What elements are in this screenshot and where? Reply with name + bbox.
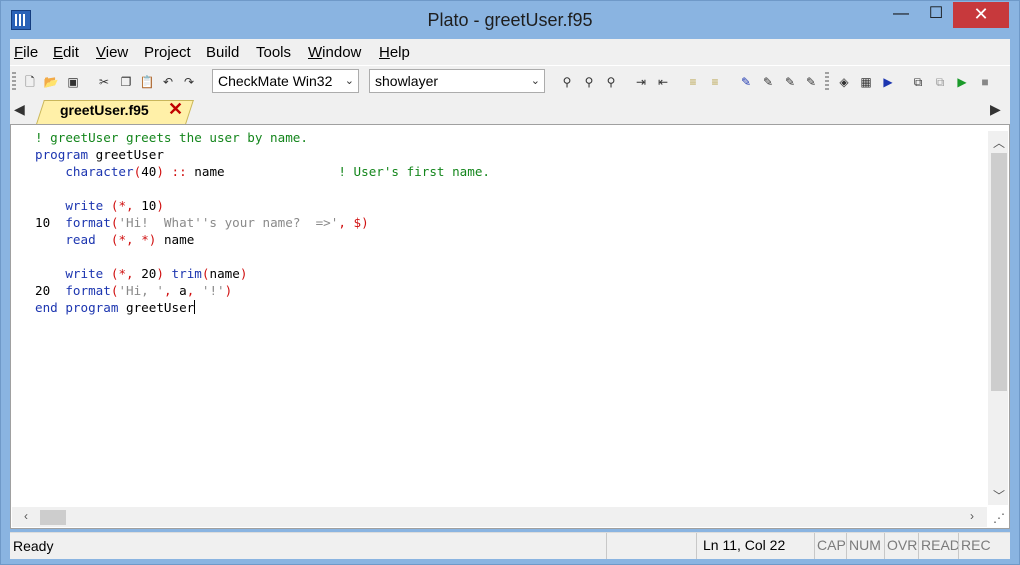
menu-tools[interactable]: Tools	[256, 44, 291, 61]
uncomment-icon[interactable]: ≡	[707, 74, 723, 90]
comment-icon[interactable]: ≡	[685, 74, 701, 90]
code-line-3: character(40) :: name ! User's first nam…	[65, 164, 491, 179]
status-bar: Ready Ln 11, Col 22 CAP NUM OVR READ REC	[10, 532, 1010, 559]
horizontal-scroll-thumb[interactable]	[40, 510, 66, 525]
indent-icon[interactable]: ⇥	[633, 74, 649, 90]
new-file-icon[interactable]: 🗋	[22, 74, 38, 90]
cut-icon[interactable]: ✂	[96, 74, 112, 90]
undo-icon[interactable]: ↶	[160, 74, 176, 90]
vertical-scroll-thumb[interactable]	[991, 153, 1007, 391]
find-next-icon[interactable]: ⚲	[581, 74, 597, 90]
status-blank-pane	[606, 533, 697, 559]
toolbar-grip[interactable]	[825, 72, 829, 92]
scroll-left-icon[interactable]: ‹	[24, 509, 28, 523]
chevron-down-icon: ⌄	[530, 75, 540, 87]
find-text-value: showlayer	[375, 73, 439, 89]
code-line-10: 20 format('Hi, ', a, '!')	[35, 283, 233, 298]
run-icon[interactable]: ▶	[880, 74, 896, 90]
stop-icon[interactable]: ■	[977, 74, 993, 90]
chevron-down-icon: ⌄	[344, 75, 354, 87]
code-line-5: write (*, 10)	[65, 198, 164, 213]
tab-scroll-left-icon[interactable]: ◀	[14, 101, 25, 118]
overwrite-indicator: OVR	[884, 533, 921, 559]
read-only-indicator: READ	[918, 533, 960, 559]
next-bookmark-icon[interactable]: ✎	[760, 74, 776, 90]
find-text-combo[interactable]: showlayer ⌄	[369, 69, 545, 93]
start-icon[interactable]: ▶	[954, 74, 970, 90]
menu-file[interactable]: File	[14, 44, 38, 61]
main-toolbar: 🗋 📂 ▣ ✂ ❐ 📋 ↶ ↷ CheckMate Win32 ⌄ showlay…	[10, 65, 1010, 99]
debug-icon[interactable]: ⧉	[910, 74, 926, 90]
title-bar[interactable]: Plato - greetUser.f95 — ☐ ✕	[1, 1, 1019, 37]
code-line-6: 10 format('Hi! What''s your name? =>', $…	[35, 215, 369, 230]
open-folder-icon[interactable]: 📂	[43, 74, 59, 90]
prev-bookmark-icon[interactable]: ✎	[782, 74, 798, 90]
tab-greetuser-label[interactable]: greetUser.f95	[60, 102, 149, 118]
menu-project[interactable]: Project	[144, 44, 191, 61]
redo-icon[interactable]: ↷	[181, 74, 197, 90]
code-line-1: ! greetUser greets the user by name.	[35, 130, 308, 145]
status-ready-text: Ready	[13, 538, 54, 554]
save-icon[interactable]: ▣	[65, 74, 81, 90]
compiler-config-select[interactable]: CheckMate Win32 ⌄	[212, 69, 359, 93]
plato-window: Plato - greetUser.f95 — ☐ ✕ File Edit Vi…	[0, 0, 1020, 565]
record-macro-indicator: REC	[958, 533, 993, 559]
outdent-icon[interactable]: ⇤	[655, 74, 671, 90]
code-editor[interactable]: ! greetUser greets the user by name. pro…	[10, 124, 1010, 529]
build-icon[interactable]: ▦	[858, 74, 874, 90]
vertical-scrollbar[interactable]: ︿ ﹀	[988, 131, 1008, 505]
toolbar-grip[interactable]	[12, 72, 16, 92]
window-title: Plato - greetUser.f95	[427, 10, 593, 30]
menu-bar: File Edit View Project Build Tools Windo…	[10, 39, 1010, 65]
document-tab-strip: ◀ greetUser.f95 ✕ ▶	[10, 97, 1010, 124]
copy-icon[interactable]: ❐	[118, 74, 134, 90]
maximize-button[interactable]: ☐	[921, 2, 951, 28]
tab-scroll-right-icon[interactable]: ▶	[990, 101, 1001, 118]
code-line-7: read (*, *) name	[65, 232, 195, 247]
horizontal-scrollbar[interactable]: ‹ ›	[12, 507, 987, 527]
cursor-position: Ln 11, Col 22	[696, 533, 817, 559]
resize-grip-icon[interactable]: ⋰	[993, 511, 1005, 525]
text-cursor	[194, 300, 196, 314]
paste-icon[interactable]: 📋	[139, 74, 155, 90]
code-text[interactable]: ! greetUser greets the user by name. pro…	[35, 129, 490, 316]
tab-close-icon[interactable]: ✕	[168, 99, 183, 120]
close-button[interactable]: ✕	[953, 2, 1009, 28]
scroll-down-icon[interactable]: ﹀	[993, 487, 1005, 504]
find-icon[interactable]: ⚲	[559, 74, 575, 90]
menu-edit[interactable]: Edit	[53, 44, 79, 61]
scroll-right-icon[interactable]: ›	[970, 509, 974, 523]
compile-icon[interactable]: ◈	[836, 74, 852, 90]
step-icon[interactable]: ⧉	[932, 74, 948, 90]
menu-view[interactable]: View	[96, 44, 128, 61]
compiler-config-value: CheckMate Win32	[218, 73, 333, 89]
minimize-button[interactable]: —	[886, 2, 916, 28]
menu-help[interactable]: Help	[379, 44, 410, 61]
toggle-bookmark-icon[interactable]: ✎	[738, 74, 754, 90]
code-line-9: write (*, 20) trim(name)	[65, 266, 248, 281]
scroll-up-icon[interactable]: ︿	[993, 134, 1005, 151]
caps-lock-indicator: CAP	[814, 533, 849, 559]
clear-bookmarks-icon[interactable]: ✎	[803, 74, 819, 90]
code-line-11: end program greetUser	[35, 300, 196, 315]
num-lock-indicator: NUM	[846, 533, 885, 559]
replace-icon[interactable]: ⚲	[603, 74, 619, 90]
code-line-2: program greetUser	[35, 147, 164, 162]
menu-window[interactable]: Window	[308, 44, 361, 61]
menu-build[interactable]: Build	[206, 44, 239, 61]
